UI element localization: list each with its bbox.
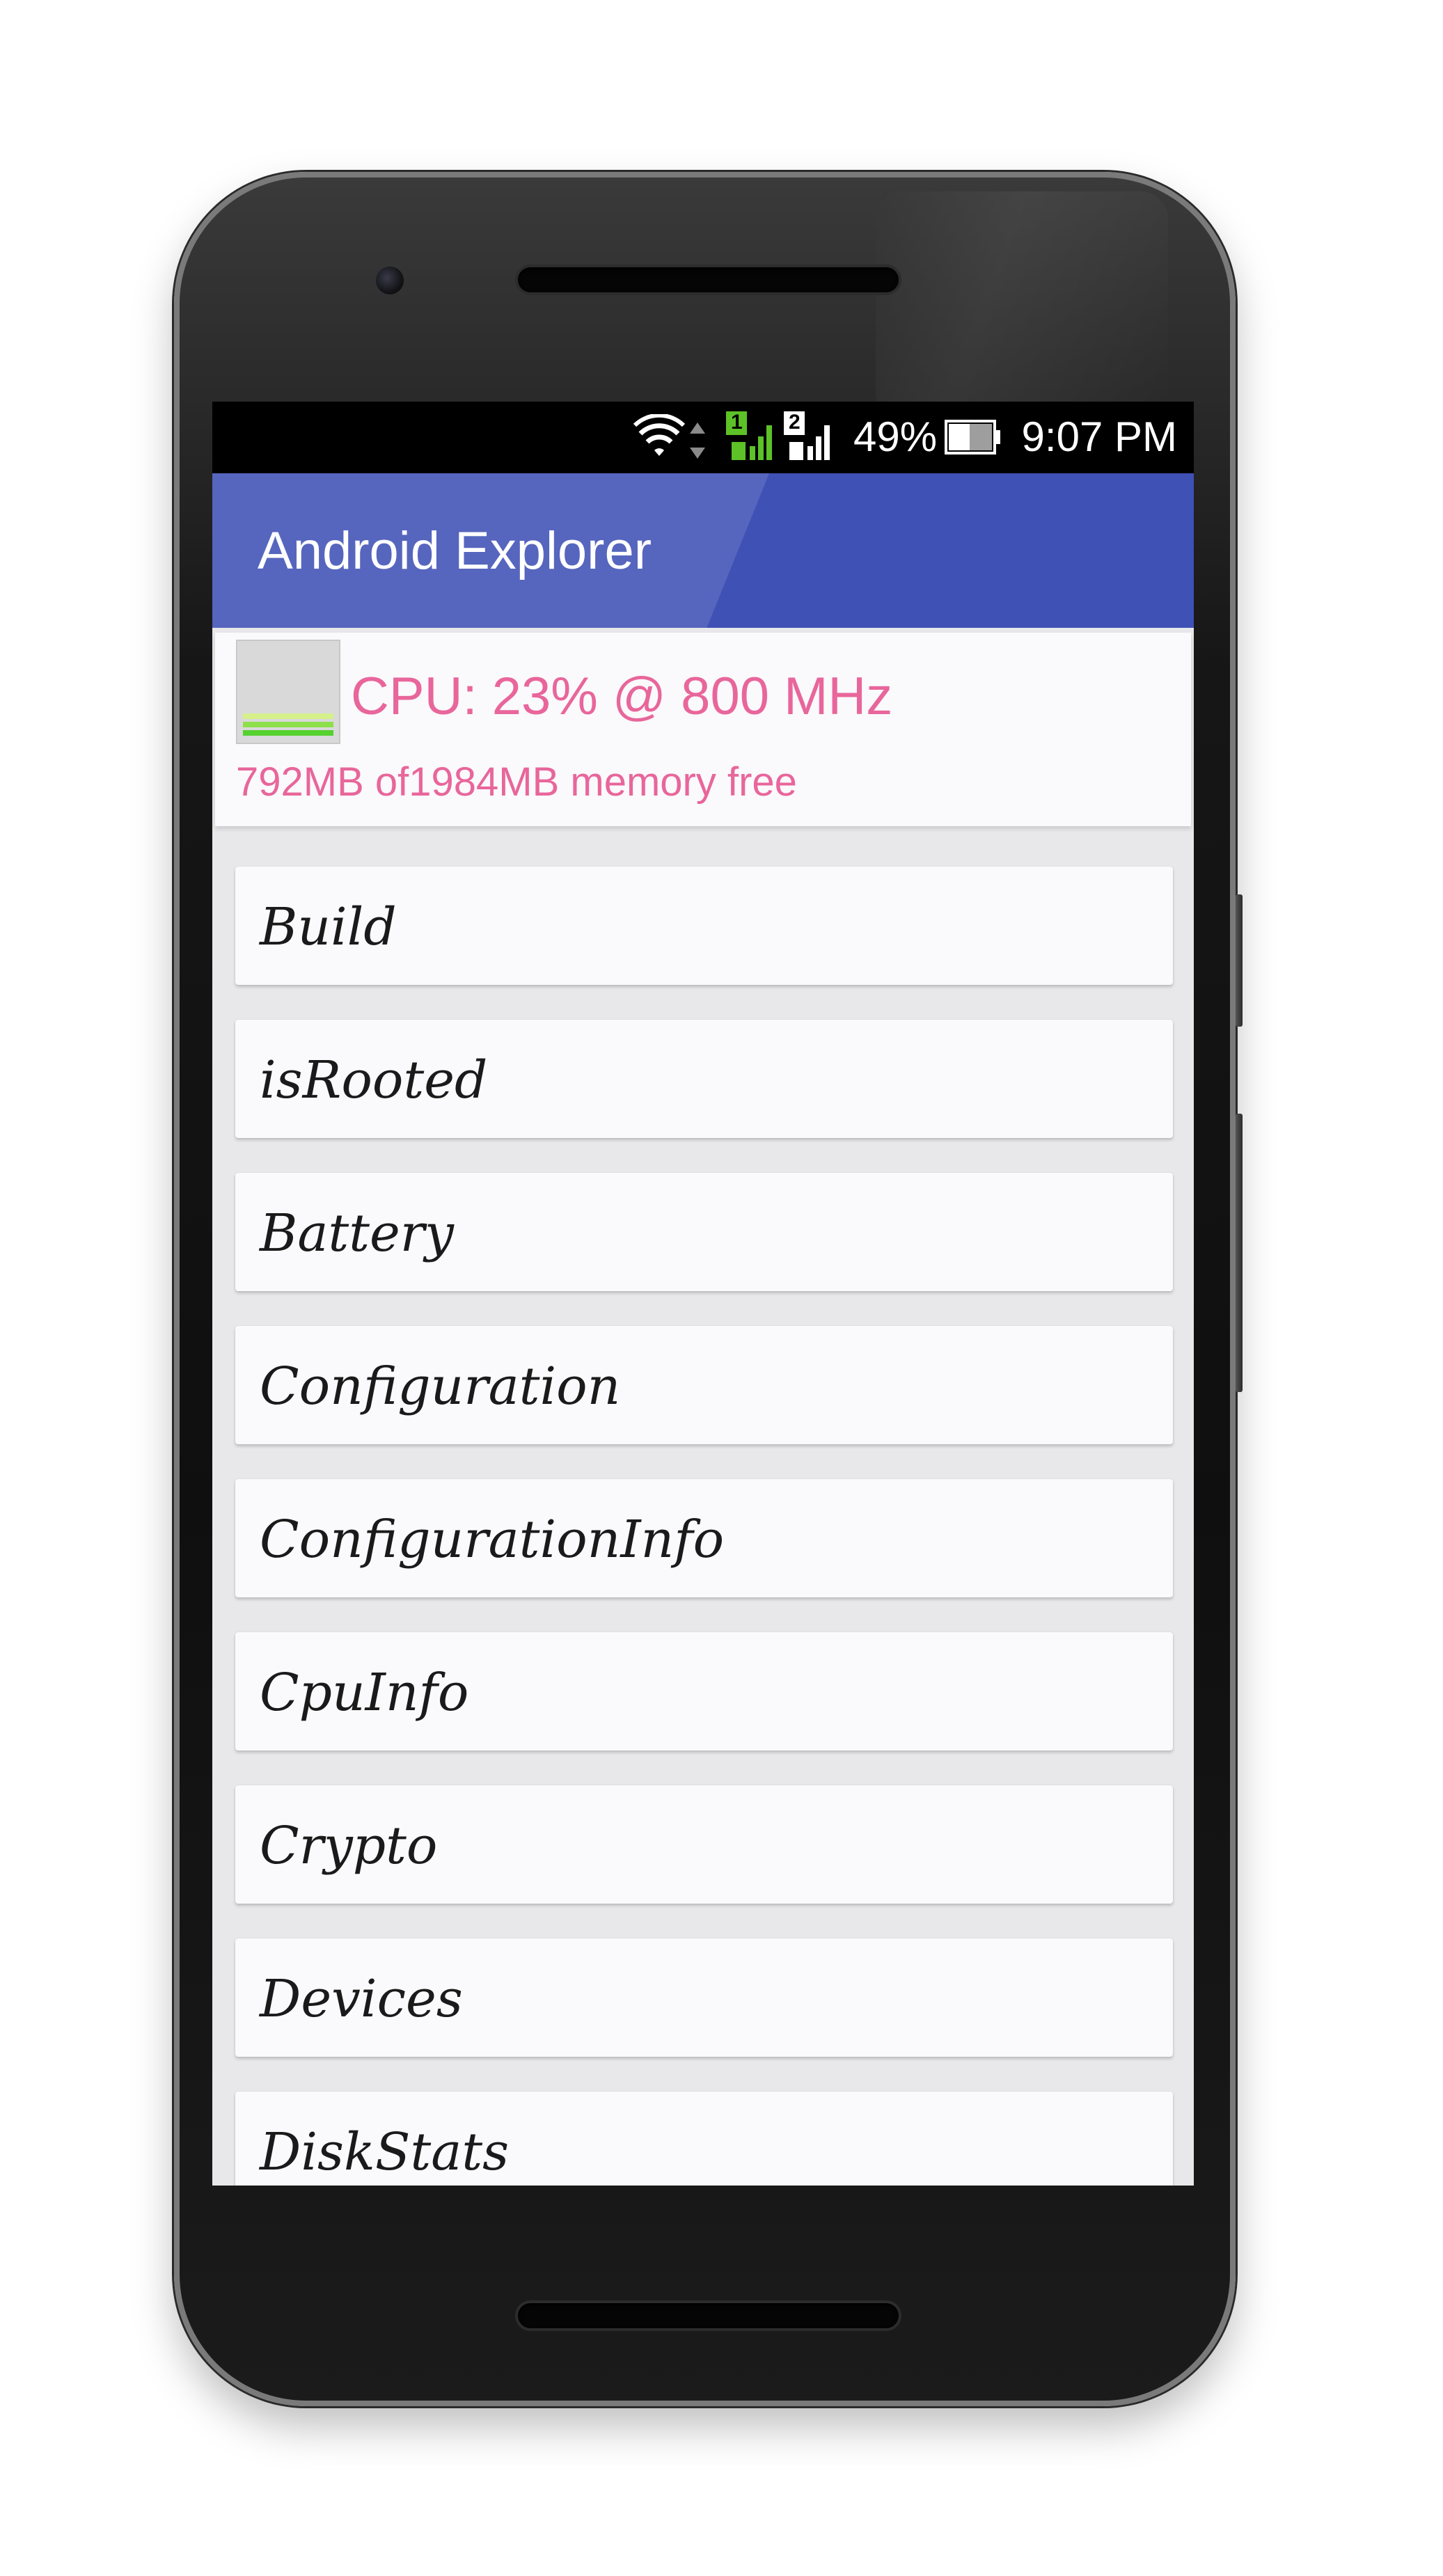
bottom-speaker [515,2300,901,2331]
list-item-label: ConfigurationInfo [260,1510,725,1570]
list-item-configuration[interactable]: Configuration [235,1326,1173,1444]
phone-screen: 1 2 49% 9:07 PM Android Explorer CPU: 23… [212,402,1194,2186]
list-item-label: DiskStats [260,2122,510,2182]
list-item-label: isRooted [260,1050,488,1110]
list-item-label: Devices [260,1969,463,2029]
volume-rocker [1236,1114,1243,1392]
front-camera [376,267,404,294]
list-item-label: Battery [260,1203,454,1263]
list-item-cpuinfo[interactable]: CpuInfo [235,1632,1173,1751]
list-item-battery[interactable]: Battery [235,1173,1173,1291]
list-item-label: CpuInfo [260,1663,469,1723]
list-item-build[interactable]: Build [235,867,1173,985]
list-item-label: Crypto [260,1816,438,1876]
explorer-list: Build isRooted Battery Configuration Con… [212,402,1194,2186]
list-item-isrooted[interactable]: isRooted [235,1020,1173,1138]
list-item-devices[interactable]: Devices [235,1938,1173,2057]
list-item-diskstats[interactable]: DiskStats [235,2092,1173,2186]
list-item-crypto[interactable]: Crypto [235,1785,1173,1904]
list-item-configurationinfo[interactable]: ConfigurationInfo [235,1479,1173,1597]
list-item-label: Configuration [260,1357,621,1416]
earpiece-speaker [515,264,901,295]
power-button [1236,894,1243,1027]
list-item-label: Build [260,897,397,957]
phone-glare [876,191,1168,421]
